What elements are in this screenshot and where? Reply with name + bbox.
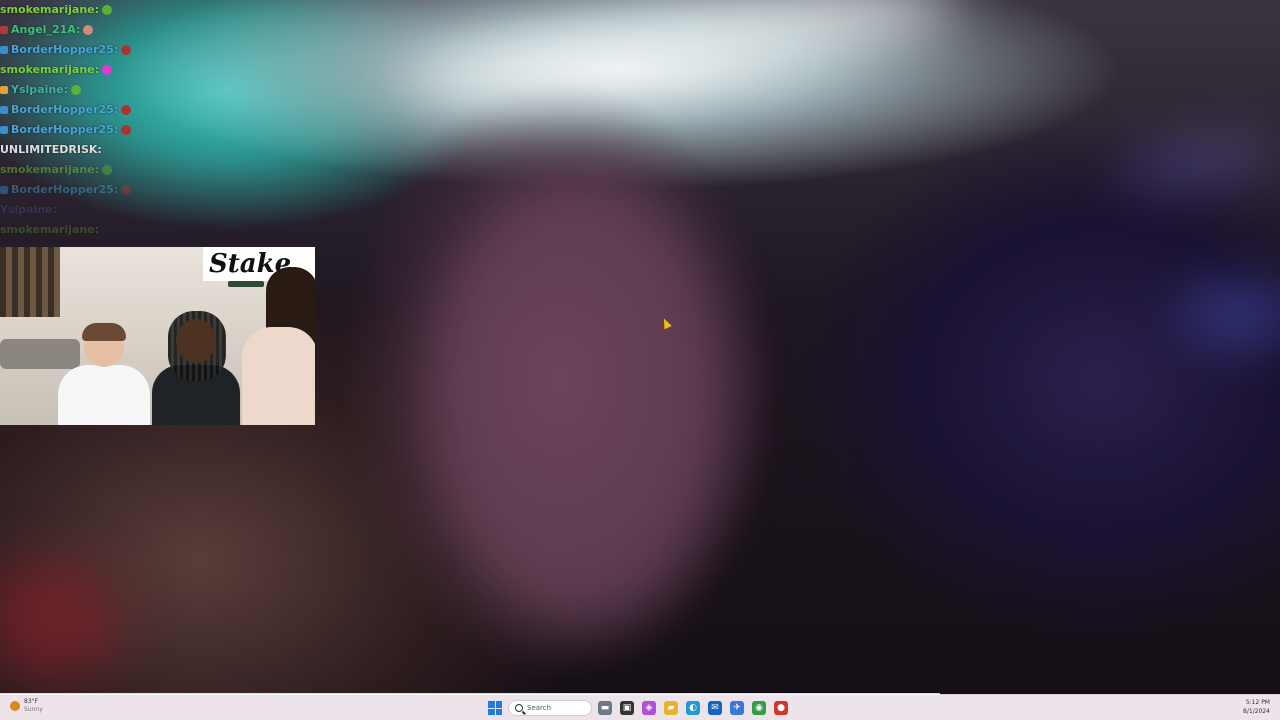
taskbar-center: Search ▬ ▣ ◈ ▰ ◐ ✉ ✈ ◉ ● bbox=[488, 699, 788, 717]
store-icon[interactable]: ✈ bbox=[730, 701, 744, 715]
windows-taskbar: 83°F Sunny Search ▬ ▣ ◈ ▰ ◐ ✉ ✈ ◉ ● 5:12 PM 8/1/… bbox=[0, 693, 1280, 720]
weather-temp: 83°F bbox=[24, 698, 39, 705]
chat-username: BorderHopper25: bbox=[11, 123, 119, 136]
widgets-icon[interactable]: ▬ bbox=[598, 701, 612, 715]
search-placeholder: Search bbox=[527, 704, 552, 712]
chat-emote-icon bbox=[102, 5, 113, 15]
chat-emote-icon bbox=[102, 65, 113, 75]
chat-username: Yslpaine: bbox=[11, 83, 69, 96]
copilot-icon[interactable]: ◈ bbox=[642, 701, 656, 715]
chat-message: BorderHopper25: bbox=[0, 40, 180, 60]
chat-badge-icon bbox=[0, 186, 8, 194]
weather-condition: Sunny bbox=[24, 706, 43, 713]
person-pink-top bbox=[238, 267, 315, 425]
blurred-light-streak bbox=[397, 0, 963, 124]
blurred-red-light bbox=[0, 560, 120, 680]
chat-emote-icon bbox=[102, 165, 113, 175]
chat-message: UNLIMITEDRISK: bbox=[0, 140, 180, 160]
blurred-face bbox=[430, 170, 730, 630]
chat-overlay: smokemarijane: Angel_21A: BorderHopper25: s… bbox=[0, 0, 180, 240]
chat-username: Yslpaine: bbox=[0, 203, 58, 216]
weather-widget[interactable]: 83°F Sunny bbox=[10, 698, 43, 714]
chat-username: Angel_21A: bbox=[11, 23, 81, 36]
chat-emote-icon bbox=[121, 185, 132, 195]
person-white-shirt bbox=[52, 317, 152, 425]
chat-emote-icon bbox=[83, 25, 94, 35]
chat-username: UNLIMITEDRISK: bbox=[0, 143, 102, 156]
chat-emote-icon bbox=[121, 45, 132, 55]
chat-username: smokemarijane: bbox=[0, 163, 100, 176]
outlook-icon[interactable]: ✉ bbox=[708, 701, 722, 715]
sun-icon bbox=[10, 701, 20, 711]
mouse-cursor-icon bbox=[660, 316, 672, 330]
chat-message: smokemarijane: bbox=[0, 220, 180, 240]
chat-username: smokemarijane: bbox=[0, 3, 100, 16]
chat-badge-icon bbox=[0, 106, 8, 114]
background-shelves bbox=[0, 247, 60, 317]
chat-username: smokemarijane: bbox=[0, 63, 100, 76]
chat-badge-icon bbox=[0, 26, 8, 34]
chat-emote-icon bbox=[121, 125, 132, 135]
person-dreadlocks bbox=[150, 311, 242, 425]
chat-badge-icon bbox=[0, 126, 8, 134]
chat-message: BorderHopper25: bbox=[0, 180, 180, 200]
stream-video-frame: smokemarijane: Angel_21A: BorderHopper25: s… bbox=[0, 0, 1280, 694]
chat-emote-icon bbox=[121, 105, 132, 115]
chat-message: Angel_21A: bbox=[0, 20, 180, 40]
chat-message: BorderHopper25: bbox=[0, 100, 180, 120]
clock-time: 5:12 PM bbox=[1245, 699, 1270, 706]
chat-message: Yslpaine: bbox=[0, 200, 180, 220]
chat-message: Yslpaine: bbox=[0, 80, 180, 100]
system-clock[interactable]: 5:12 PM 8/1/2024 bbox=[1243, 698, 1270, 716]
chat-message: BorderHopper25: bbox=[0, 120, 180, 140]
chat-username: BorderHopper25: bbox=[11, 43, 119, 56]
chat-message: smokemarijane: bbox=[0, 0, 180, 20]
taskbar-search-box[interactable]: Search bbox=[508, 700, 592, 716]
blurred-purple-light bbox=[1118, 138, 1280, 188]
search-icon bbox=[515, 704, 523, 712]
chat-username: smokemarijane: bbox=[0, 223, 100, 236]
file-explorer-icon[interactable]: ▰ bbox=[664, 701, 678, 715]
blurred-blue-light bbox=[1180, 290, 1280, 340]
chat-message: smokemarijane: bbox=[0, 160, 180, 180]
chat-badge-icon bbox=[0, 86, 8, 94]
chat-username: BorderHopper25: bbox=[11, 183, 119, 196]
clock-date: 8/1/2024 bbox=[1243, 708, 1270, 715]
task-view-icon[interactable]: ▣ bbox=[620, 701, 634, 715]
chat-username: BorderHopper25: bbox=[11, 103, 119, 116]
windows-start-icon[interactable] bbox=[488, 701, 502, 715]
app-icon[interactable]: ● bbox=[774, 701, 788, 715]
pinned-apps: ▬ ▣ ◈ ▰ ◐ ✉ ✈ ◉ ● bbox=[598, 701, 788, 715]
webcam-overlay: Stake bbox=[0, 247, 315, 425]
chat-emote-icon bbox=[71, 85, 82, 95]
edge-icon[interactable]: ◐ bbox=[686, 701, 700, 715]
video-progress-bar[interactable] bbox=[0, 693, 940, 695]
chat-message: smokemarijane: bbox=[0, 60, 180, 80]
chat-badge-icon bbox=[0, 46, 8, 54]
chrome-icon[interactable]: ◉ bbox=[752, 701, 766, 715]
